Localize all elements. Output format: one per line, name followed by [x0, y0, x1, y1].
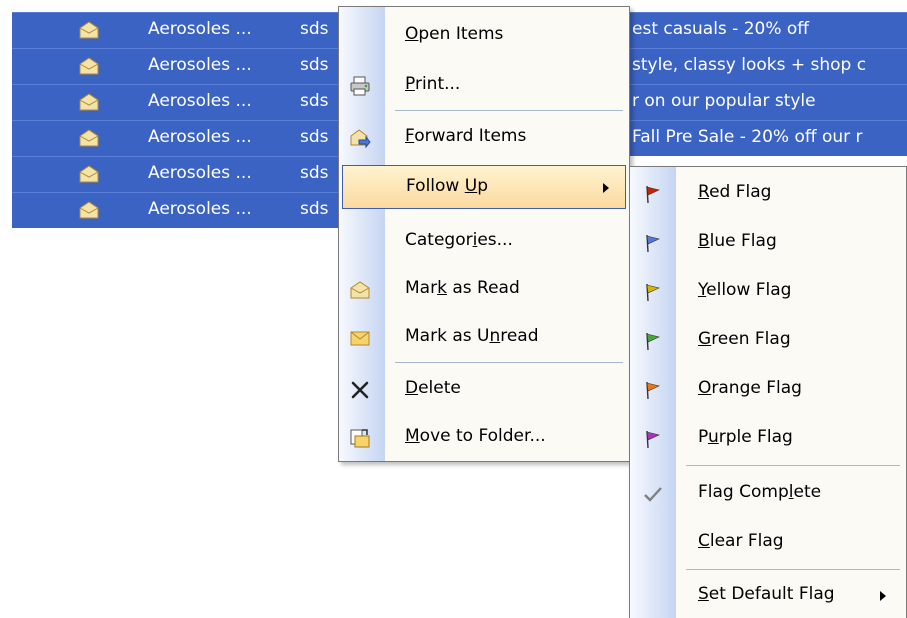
menu-item-label: Categories... [405, 230, 513, 250]
menu-item-label: Open Items [405, 24, 504, 44]
menu-item-label: Mark as Unread [405, 326, 539, 346]
read-envelope-icon [350, 281, 370, 299]
menu-item-label: Print... [405, 74, 461, 94]
menu-item-categories[interactable]: Categories... [339, 221, 629, 261]
email-from: Aerosoles ... [148, 19, 252, 39]
menu-item-label: Flag Complete [698, 482, 822, 502]
menu-item-follow-up[interactable]: Follow Up [342, 165, 626, 209]
menu-separator [395, 362, 623, 363]
menu-item-yellow-flag[interactable]: Yellow Flag [630, 271, 906, 311]
checkmark-icon [644, 487, 662, 502]
email-subject: Fall Pre Sale - 20% off our r [632, 127, 863, 147]
purple-flag-icon [646, 430, 660, 449]
forward-icon [350, 129, 371, 149]
open-envelope-icon [79, 201, 99, 219]
delete-icon [351, 381, 369, 399]
menu-item-mark-as-read[interactable]: Mark as Read [339, 269, 629, 309]
email-to: sds [300, 55, 329, 75]
menu-item-label: Green Flag [698, 329, 791, 349]
open-envelope-icon [79, 21, 99, 39]
menu-item-label: Follow Up [406, 176, 488, 196]
menu-item-blue-flag[interactable]: Blue Flag [630, 222, 906, 262]
menu-item-open-items[interactable]: Open Items [339, 15, 629, 55]
email-from: Aerosoles ... [148, 127, 252, 147]
printer-icon [350, 76, 370, 96]
menu-item-orange-flag[interactable]: Orange Flag [630, 369, 906, 409]
orange-flag-icon [646, 381, 660, 400]
menu-item-label: Mark as Read [405, 278, 520, 298]
menu-item-red-flag[interactable]: Red Flag [630, 173, 906, 213]
menu-item-delete[interactable]: Delete [339, 369, 629, 409]
menu-item-forward-items[interactable]: Forward Items [339, 117, 629, 157]
menu-item-flag-complete[interactable]: Flag Complete [630, 473, 906, 513]
menu-separator [395, 110, 623, 111]
red-flag-icon [646, 185, 660, 204]
email-to: sds [300, 19, 329, 39]
menu-item-label: Blue Flag [698, 231, 777, 251]
context-menu: Open Items Print... Forward Items Follow… [338, 6, 630, 462]
menu-item-clear-flag[interactable]: Clear Flag [630, 522, 906, 562]
email-to: sds [300, 199, 329, 219]
email-to: sds [300, 91, 329, 111]
email-row[interactable]: Aerosoles ... sds [12, 156, 338, 192]
follow-up-submenu: Red Flag Blue Flag Yellow Flag Green Fla… [629, 166, 907, 618]
unread-envelope-icon [350, 331, 370, 346]
open-envelope-icon [79, 129, 99, 147]
menu-item-label: Red Flag [698, 182, 772, 202]
menu-item-label: Orange Flag [698, 378, 802, 398]
menu-separator [686, 569, 900, 570]
menu-item-print[interactable]: Print... [339, 65, 629, 105]
blue-flag-icon [646, 234, 660, 253]
email-from: Aerosoles ... [148, 55, 252, 75]
open-envelope-icon [79, 93, 99, 111]
menu-item-green-flag[interactable]: Green Flag [630, 320, 906, 360]
menu-item-set-default-flag[interactable]: Set Default Flag [630, 575, 906, 615]
email-to: sds [300, 127, 329, 147]
green-flag-icon [646, 332, 660, 351]
menu-item-label: Clear Flag [698, 531, 784, 551]
email-row[interactable]: Aerosoles ... sds [12, 192, 338, 228]
menu-separator [686, 465, 900, 466]
move-folder-icon [350, 429, 370, 448]
email-from: Aerosoles ... [148, 91, 252, 111]
submenu-arrow-icon [603, 183, 609, 193]
email-from: Aerosoles ... [148, 199, 252, 219]
menu-item-label: Purple Flag [698, 427, 793, 447]
open-envelope-icon [79, 57, 99, 75]
yellow-flag-icon [646, 283, 660, 302]
menu-item-purple-flag[interactable]: Purple Flag [630, 418, 906, 458]
menu-item-label: Delete [405, 378, 461, 398]
email-subject: style, classy looks + shop c [632, 55, 867, 75]
menu-item-label: Move to Folder... [405, 426, 546, 446]
menu-item-label: Set Default Flag [698, 584, 835, 604]
menu-item-label: Yellow Flag [698, 280, 792, 300]
menu-item-label: Forward Items [405, 126, 527, 146]
open-envelope-icon [79, 165, 99, 183]
menu-item-mark-as-unread[interactable]: Mark as Unread [339, 317, 629, 357]
submenu-arrow-icon [880, 591, 886, 601]
email-subject: est casuals - 20% off [632, 19, 810, 39]
email-from: Aerosoles ... [148, 163, 252, 183]
email-subject: r on our popular style [632, 91, 816, 111]
email-to: sds [300, 163, 329, 183]
menu-item-move-to-folder[interactable]: Move to Folder... [339, 417, 629, 457]
